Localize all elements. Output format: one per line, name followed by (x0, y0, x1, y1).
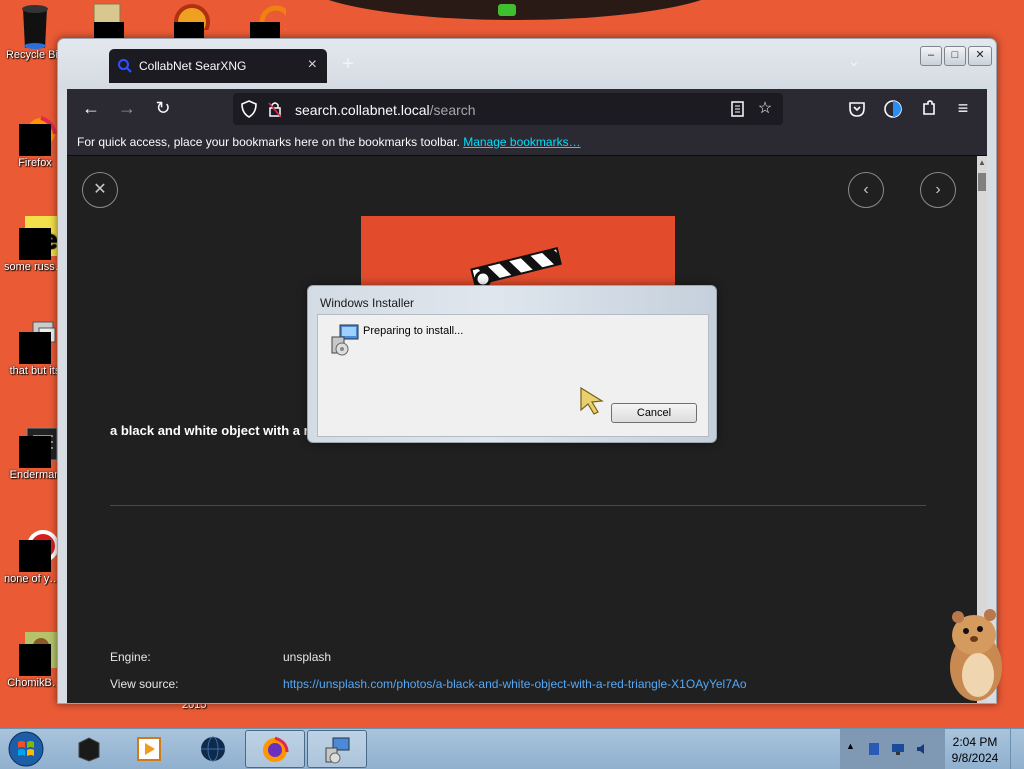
scrollbar-thumb[interactable] (978, 173, 986, 191)
installer-taskbar-icon (325, 737, 350, 764)
show-desktop-button[interactable] (1010, 729, 1024, 769)
close-window-icon[interactable]: ✕ (968, 46, 992, 66)
globe-icon (201, 736, 225, 762)
notification-area: ▲ (840, 729, 945, 769)
firefox-taskbar-icon (263, 736, 289, 762)
mouse-cursor-icon (580, 386, 604, 415)
window-controls: – □ ✕ (920, 46, 992, 66)
bookmarks-hint-text: For quick access, place your bookmarks h… (77, 135, 460, 149)
terminal-window-icon (13, 424, 58, 468)
media-player-icon (137, 737, 161, 761)
desktop-wallpaper-shape (300, 0, 730, 20)
tab-title: CollabNet SearXNG (139, 59, 247, 73)
menu-icon[interactable]: ≡ (951, 97, 975, 121)
extensions-icon[interactable] (917, 97, 941, 121)
recycle-bin-icon (13, 4, 57, 49)
scroll-up-icon[interactable]: ▲ (978, 158, 986, 167)
installer-dialog: Windows Installer Preparing to install..… (307, 285, 717, 443)
view-source-row: https://unsplash.com/photos/a-black-and-… (283, 677, 747, 691)
url-host: search.collabnet.local (295, 102, 430, 118)
minimize-icon[interactable]: – (920, 46, 942, 66)
forward-arrow-icon[interactable]: → (115, 97, 139, 121)
previous-image-icon[interactable]: ‹ (848, 172, 884, 208)
installer-icon (331, 324, 359, 356)
taskbar-item-explorer[interactable] (60, 730, 118, 766)
clock-time: 2:04 PM (952, 735, 998, 749)
view-source-link[interactable]: https://unsplash.com/photos/a-black-and-… (283, 677, 747, 691)
hamster-desktop-pet (950, 609, 1002, 701)
firefox-icon (13, 112, 57, 156)
red-circle-icon (13, 528, 59, 572)
browser-tab[interactable]: CollabNet SearXNG × (109, 49, 327, 83)
new-tab-button[interactable]: + (342, 53, 354, 76)
searxng-icon (118, 59, 132, 73)
dialog-message: Preparing to install... (363, 325, 464, 337)
desktop-icon-thumbnail[interactable] (170, 0, 210, 42)
start-button-icon[interactable] (6, 730, 46, 768)
cancel-button[interactable]: Cancel (611, 403, 697, 423)
wallpaper-led (498, 4, 516, 16)
result-image[interactable] (361, 216, 675, 288)
url-path: /search (429, 102, 476, 118)
show-hidden-icons-icon[interactable]: ▲ (846, 741, 855, 751)
shield-icon[interactable] (239, 99, 259, 119)
taskbar-item-media-player[interactable] (120, 730, 178, 766)
close-preview-icon[interactable]: ✕ (82, 172, 118, 208)
bookmark-star-icon[interactable]: ☆ (755, 99, 775, 119)
dialog-body: Preparing to install... Cancel (317, 314, 709, 437)
maximize-icon[interactable]: □ (944, 46, 966, 66)
speaker-icon[interactable] (915, 742, 929, 756)
engine-value: unsplash (283, 650, 332, 664)
taskbar: ▲ 2:04 PM 9/8/2024 (0, 728, 1024, 769)
desktop-icon-thumbnail[interactable] (90, 0, 124, 42)
navigation-toolbar: ← → ↻ search.collabnet.local/search ☆ ≡ (67, 89, 987, 129)
account-icon[interactable] (881, 97, 905, 121)
list-all-tabs-icon[interactable]: ⌄ (848, 53, 860, 70)
url-bar[interactable]: search.collabnet.local/search ☆ (233, 93, 783, 125)
system-clock[interactable]: 2:04 PM 9/8/2024 (944, 734, 1006, 766)
bookmarks-hint: For quick access, place your bookmarks h… (77, 129, 581, 155)
taskbar-item-firefox[interactable] (245, 730, 305, 768)
document-icon: e (13, 216, 57, 260)
network-adapter-icon[interactable] (867, 742, 881, 756)
bookmarks-toolbar: For quick access, place your bookmarks h… (67, 129, 987, 156)
title-bar[interactable]: CollabNet SearXNG × + ⌄ – □ ✕ (58, 39, 996, 89)
desktop-icon-thumbnail[interactable] (246, 0, 293, 42)
monitor-icon[interactable] (891, 742, 905, 756)
url-text: search.collabnet.local/search (295, 102, 476, 118)
engine-label: Engine: (110, 650, 151, 664)
hamster-app-icon (13, 632, 57, 676)
pocket-icon[interactable] (845, 97, 869, 121)
stacked-windows-icon (13, 320, 57, 364)
manage-bookmarks-link[interactable]: Manage bookmarks… (463, 135, 580, 149)
view-source-label: View source: (110, 677, 179, 691)
taskbar-item-browser[interactable] (184, 730, 242, 766)
clock-date: 9/8/2024 (951, 751, 999, 765)
back-arrow-icon[interactable]: ← (79, 97, 103, 121)
taskbar-item-installer[interactable] (307, 730, 367, 768)
next-image-icon[interactable]: › (920, 172, 956, 208)
dialog-title: Windows Installer (320, 296, 415, 310)
clapperboard-image (470, 247, 562, 288)
divider (110, 505, 926, 506)
close-tab-icon[interactable]: × (308, 56, 317, 74)
insecure-lock-icon[interactable] (265, 99, 285, 119)
dark-cube-icon (78, 737, 100, 762)
reader-view-icon[interactable] (727, 99, 747, 119)
reload-icon[interactable]: ↻ (151, 97, 175, 121)
